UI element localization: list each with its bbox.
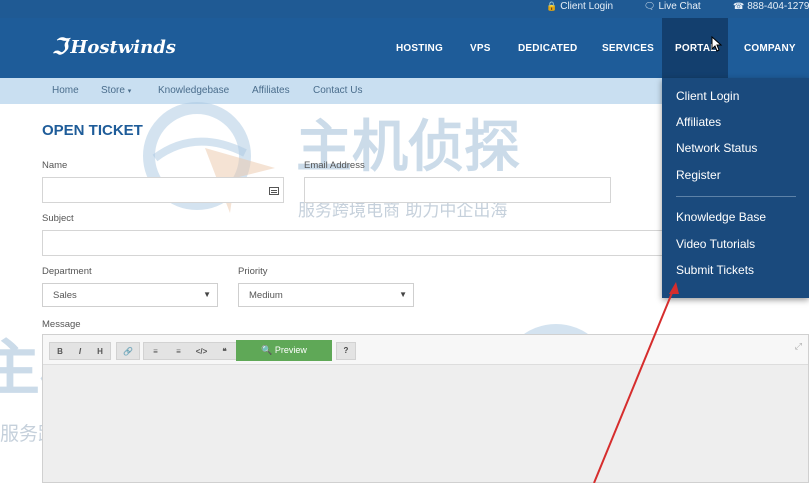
menu-item-video-tutorials[interactable]: Video Tutorials: [676, 237, 755, 251]
link-icon: 🔗: [123, 346, 133, 356]
priority-select[interactable]: Medium ▼: [238, 283, 414, 307]
italic-button[interactable]: I: [70, 347, 90, 356]
code-icon[interactable]: </>: [190, 347, 213, 356]
menu-divider: [676, 196, 796, 197]
subnav-store[interactable]: Store ▾: [101, 85, 131, 96]
heading-button[interactable]: H: [90, 347, 110, 356]
subnav-knowledgebase[interactable]: Knowledgebase: [158, 85, 229, 96]
page: 🔒 Client Login 🗨 Live Chat ☎ 888-404-1279 ℑ…: [0, 0, 809, 483]
nav-services[interactable]: SERVICES: [602, 18, 654, 78]
menu-item-network-status[interactable]: Network Status: [676, 141, 757, 155]
dropdown-arrow-icon: ▼: [399, 290, 407, 299]
help-icon[interactable]: ?: [336, 342, 356, 360]
subnav-affiliates[interactable]: Affiliates: [252, 85, 290, 96]
link-button[interactable]: 🔗: [116, 342, 140, 360]
menu-item-register[interactable]: Register: [676, 168, 721, 182]
priority-label: Priority: [238, 266, 268, 277]
dropdown-arrow-icon: ▼: [203, 290, 211, 299]
phone-icon: ☎: [733, 1, 745, 11]
main-header: ℑ Hostwinds HOSTING VPS DEDICATED SERVIC…: [0, 18, 809, 78]
bold-button[interactable]: B: [50, 347, 70, 356]
subnav-home[interactable]: Home: [52, 85, 79, 96]
menu-item-client-login[interactable]: Client Login: [676, 89, 739, 103]
name-input[interactable]: [42, 177, 284, 203]
subnav-contact-us[interactable]: Contact Us: [313, 85, 362, 96]
preview-button[interactable]: 🔍 Preview: [236, 340, 332, 361]
department-label: Department: [42, 266, 92, 277]
nav-dedicated[interactable]: DEDICATED: [518, 18, 577, 78]
department-select[interactable]: Sales ▼: [42, 283, 218, 307]
caret-down-icon: ▾: [127, 88, 132, 95]
logo-mark-icon: ℑ: [52, 34, 68, 60]
menu-item-submit-tickets[interactable]: Submit Tickets: [676, 263, 754, 277]
quote-icon[interactable]: ❝: [213, 347, 236, 356]
name-label: Name: [42, 160, 68, 171]
block-format-group: ≡ ≡ </> ❝: [143, 342, 237, 360]
lock-icon: 🔒: [546, 1, 558, 11]
message-label: Message: [42, 319, 81, 330]
hostwinds-logo[interactable]: ℑ Hostwinds: [52, 32, 176, 62]
search-icon: 🔍: [261, 345, 273, 355]
menu-item-knowledge-base[interactable]: Knowledge Base: [676, 210, 766, 224]
subject-label: Subject: [42, 213, 74, 224]
message-editor[interactable]: B I H 🔗 ≡ ≡ </> ❝ 🔍 Preview ? ⤢: [42, 334, 809, 483]
nav-hosting[interactable]: HOSTING: [396, 18, 443, 78]
menu-item-affiliates[interactable]: Affiliates: [676, 115, 721, 129]
client-login-link[interactable]: 🔒 Client Login: [546, 1, 613, 12]
email-label: Email Address: [304, 160, 365, 171]
subject-input[interactable]: [42, 230, 672, 256]
numbered-list-icon[interactable]: ≡: [167, 347, 190, 356]
phone-link[interactable]: ☎ 888-404-1279: [733, 1, 809, 12]
bullet-list-icon[interactable]: ≡: [144, 347, 167, 356]
text-format-group: B I H: [49, 342, 111, 360]
fullscreen-icon[interactable]: ⤢: [795, 341, 802, 352]
watermark-globe-icon: [143, 102, 275, 213]
page-title: OPEN TICKET: [42, 122, 143, 139]
mouse-cursor-icon: [711, 36, 723, 52]
live-chat-link[interactable]: 🗨 Live Chat: [644, 1, 701, 12]
portal-dropdown-menu: Client Login Affiliates Network Status R…: [662, 78, 809, 298]
nav-vps[interactable]: VPS: [470, 18, 491, 78]
editor-toolbar: B I H 🔗 ≡ ≡ </> ❝ 🔍 Preview ? ⤢: [43, 335, 808, 365]
top-utility-bar: 🔒 Client Login 🗨 Live Chat ☎ 888-404-1279: [0, 0, 809, 18]
email-input[interactable]: [304, 177, 611, 203]
contact-card-icon: [269, 187, 279, 195]
nav-company[interactable]: COMPANY: [744, 18, 796, 78]
chat-icon: 🗨: [644, 1, 656, 11]
